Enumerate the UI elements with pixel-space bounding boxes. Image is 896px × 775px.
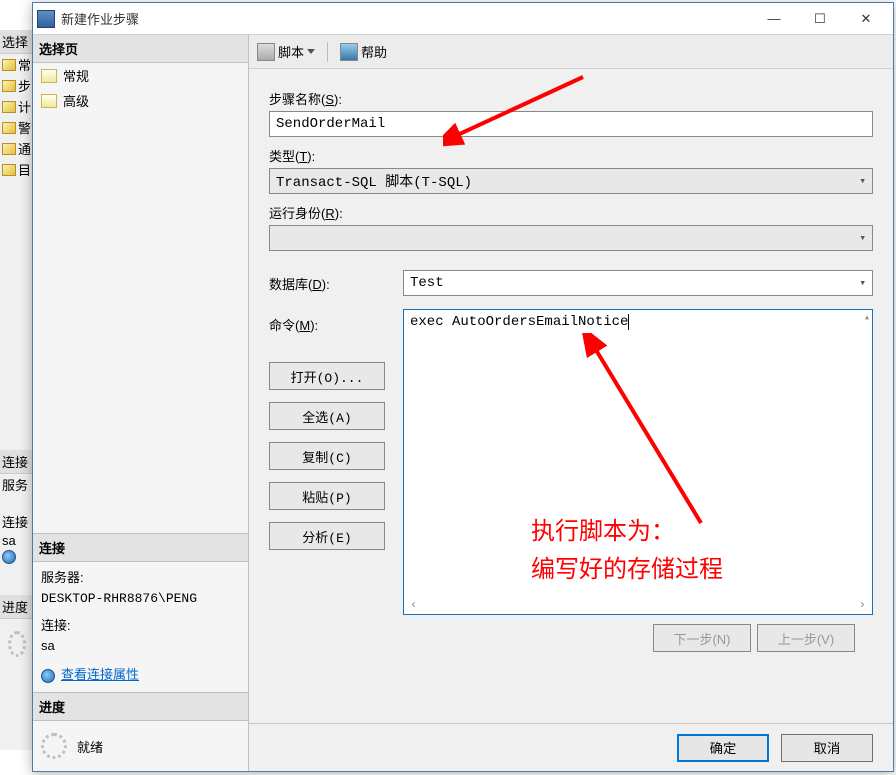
copy-button[interactable]: 复制(C) <box>269 442 385 470</box>
progress-header: 进度 <box>33 693 248 721</box>
dialog-footer: 确定 取消 <box>249 723 893 771</box>
nav-general-label: 常规 <box>63 66 89 85</box>
titlebar: 新建作业步骤 — ☐ ✕ <box>33 3 893 35</box>
script-dropdown[interactable]: 脚本 <box>257 42 315 61</box>
network-icon <box>2 550 16 564</box>
help-button[interactable]: 帮助 <box>340 42 387 61</box>
runas-label: 运行身份(R): <box>269 203 873 222</box>
page-icon <box>2 164 16 176</box>
spinner-icon <box>8 631 26 657</box>
help-label: 帮助 <box>361 42 387 61</box>
type-combo[interactable]: Transact-SQL 脚本(T-SQL) ▾ <box>269 168 873 194</box>
scroll-right-icon[interactable]: › <box>859 598 866 612</box>
maximize-button[interactable]: ☐ <box>797 4 843 34</box>
step-name-input[interactable] <box>269 111 873 137</box>
type-label: 类型(T): <box>269 146 873 165</box>
script-label: 脚本 <box>278 42 304 61</box>
left-panel: 选择页 常规 高级 连接 服务器: DESKTOP-RHR8876\PENG 连… <box>33 35 249 771</box>
command-text: exec AutoOrdersEmailNotice <box>410 314 628 330</box>
toolbar-separator <box>327 42 328 62</box>
ok-button[interactable]: 确定 <box>677 734 769 762</box>
page-icon <box>41 69 57 83</box>
page-icon <box>2 59 16 71</box>
background-window: 选择 常 步 计 警 通 目 连接 服务 连接 sa 进度 <box>0 30 35 750</box>
command-label: 命令(M): <box>269 315 385 334</box>
page-icon <box>41 94 57 108</box>
close-button[interactable]: ✕ <box>843 4 889 34</box>
bg-prog-header: 进度 <box>0 595 34 619</box>
select-page-header: 选择页 <box>33 35 248 63</box>
nav-general[interactable]: 常规 <box>33 63 248 88</box>
scroll-up-icon[interactable]: ▴ <box>864 312 870 324</box>
next-step-button[interactable]: 下一步(N) <box>653 624 751 652</box>
connection-label: 连接: <box>41 616 240 637</box>
script-icon <box>257 43 275 61</box>
prev-step-button[interactable]: 上一步(V) <box>757 624 855 652</box>
minimize-button[interactable]: — <box>751 4 797 34</box>
page-icon <box>2 80 16 92</box>
new-job-step-dialog: 新建作业步骤 — ☐ ✕ 选择页 常规 高级 连接 服务器: DESKTOP- <box>32 2 894 772</box>
main-panel: 脚本 帮助 步骤名称(S): 类型(T): <box>249 35 893 771</box>
view-connection-properties-link[interactable]: 查看连接属性 <box>61 665 139 686</box>
paste-button[interactable]: 粘贴(P) <box>269 482 385 510</box>
nav-advanced-label: 高级 <box>63 91 89 110</box>
server-value: DESKTOP-RHR8876\PENG <box>41 589 240 610</box>
spinner-icon <box>41 733 67 759</box>
database-label: 数据库(D): <box>269 274 385 293</box>
bg-select-header: 选择 <box>0 30 34 54</box>
window-title: 新建作业步骤 <box>61 9 751 28</box>
command-editor[interactable]: exec AutoOrdersEmailNotice ▴ ‹ › <box>403 309 873 615</box>
network-icon <box>41 669 55 683</box>
step-name-label: 步骤名称(S): <box>269 89 873 108</box>
help-icon <box>340 43 358 61</box>
page-icon <box>2 122 16 134</box>
chevron-down-icon: ▾ <box>859 174 866 188</box>
chevron-down-icon <box>307 49 315 54</box>
cancel-button[interactable]: 取消 <box>781 734 873 762</box>
database-value: Test <box>410 275 444 291</box>
chevron-down-icon: ▾ <box>859 276 866 290</box>
chevron-down-icon: ▾ <box>859 231 866 245</box>
open-button[interactable]: 打开(O)... <box>269 362 385 390</box>
status-ready: 就绪 <box>77 737 103 756</box>
page-icon <box>2 101 16 113</box>
nav-advanced[interactable]: 高级 <box>33 88 248 113</box>
page-icon <box>2 143 16 155</box>
database-combo[interactable]: Test ▾ <box>403 270 873 296</box>
bg-conn-header: 连接 <box>0 450 34 474</box>
connection-value: sa <box>41 636 240 657</box>
toolbar: 脚本 帮助 <box>249 35 893 69</box>
analyze-button[interactable]: 分析(E) <box>269 522 385 550</box>
type-value: Transact-SQL 脚本(T-SQL) <box>276 171 472 191</box>
select-all-button[interactable]: 全选(A) <box>269 402 385 430</box>
server-label: 服务器: <box>41 568 240 589</box>
connection-header: 连接 <box>33 534 248 562</box>
scroll-left-icon[interactable]: ‹ <box>410 598 417 612</box>
app-icon <box>37 10 55 28</box>
runas-combo[interactable]: ▾ <box>269 225 873 251</box>
